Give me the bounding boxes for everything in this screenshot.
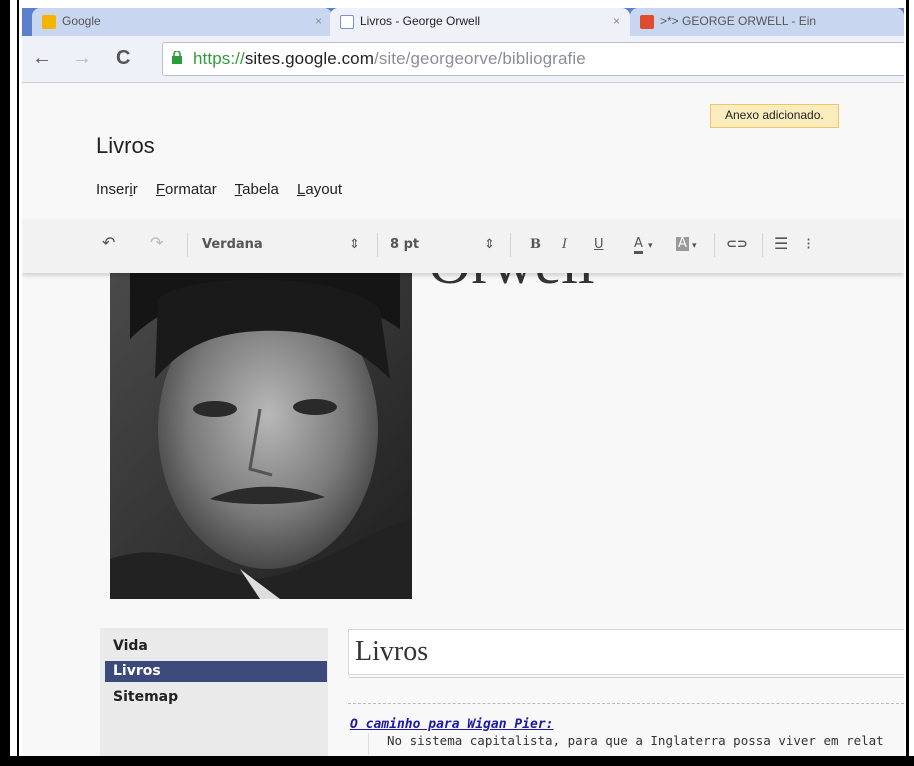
status-notice: Anexo adicionado. (710, 104, 839, 128)
browser-window: Google × Livros - George Orwell × >*> GE… (22, 8, 904, 756)
toolbar-divider (510, 233, 511, 257)
menu-layout[interactable]: Layout (297, 181, 342, 198)
page-title: Livros (96, 133, 155, 158)
close-tab-icon[interactable]: × (315, 8, 322, 34)
text-color-button[interactable]: A (634, 237, 643, 254)
lock-icon (172, 51, 182, 64)
url-text: https://sites.google.com/site/georgeorve… (193, 49, 586, 69)
tab-strip: Google × Livros - George Orwell × >*> GE… (22, 8, 904, 36)
font-chevron-icon[interactable]: ⇕ (349, 237, 360, 252)
size-select[interactable]: 8 pt (390, 237, 419, 252)
forward-arrow-icon[interactable]: → (72, 46, 92, 70)
toolbar-divider (762, 233, 763, 257)
text-color-chevron-icon[interactable]: ▾ (648, 241, 653, 251)
frame-line-right (906, 0, 909, 766)
menu-formatar[interactable]: Formatar (156, 181, 217, 198)
close-tab-icon[interactable]: × (613, 8, 620, 34)
divider (348, 703, 904, 704)
menu-inserir[interactable]: Inserir (96, 181, 138, 198)
bold-button[interactable]: B (530, 237, 541, 252)
book-description: No sistema capitalista, para que a Ingla… (368, 733, 904, 755)
menu-tabela[interactable]: Tabela (235, 181, 279, 198)
tab-livros[interactable]: Livros - George Orwell × (330, 8, 630, 36)
format-toolbar: ↶ ↷ Verdana ⇕ 8 pt ⇕ B I U A ▾ A ▾ ⊂⊃ ☰ (22, 219, 904, 273)
link-icon[interactable]: ⊂⊃ (726, 237, 748, 252)
page-favicon-icon (340, 14, 354, 29)
toolbar-divider (187, 233, 188, 257)
frame-line-bottom (0, 756, 914, 766)
tab-orwell[interactable]: >*> GEORGE ORWELL - Ein (630, 8, 904, 36)
content-heading: Livros (355, 636, 429, 667)
portrait-image (110, 269, 412, 599)
author-photo (110, 269, 412, 599)
toolbar-divider (714, 233, 715, 257)
undo-icon[interactable]: ↶ (102, 233, 115, 252)
tab-google[interactable]: Google × (32, 8, 332, 36)
browser-toolbar: ← → C https://sites.google.com/site/geor… (22, 36, 904, 83)
address-bar[interactable]: https://sites.google.com/site/georgeorve… (162, 42, 904, 76)
url-path: /site/georgeorve/bibliografie (374, 49, 586, 68)
frame-line (17, 0, 19, 766)
site-favicon-icon (640, 14, 654, 29)
tab-title: >*> GEORGE ORWELL - Ein (660, 14, 817, 28)
reload-icon[interactable]: C (116, 46, 130, 70)
sidebar-item-sitemap[interactable]: Sitemap (105, 687, 327, 708)
font-select[interactable]: Verdana (202, 237, 263, 252)
tab-title: Livros - George Orwell (360, 14, 481, 28)
italic-button[interactable]: I (562, 237, 567, 252)
content-heading-box: Livros (348, 629, 904, 678)
redo-icon[interactable]: ↷ (150, 233, 163, 252)
size-chevron-icon[interactable]: ⇕ (484, 237, 495, 252)
url-host: sites.google.com (244, 49, 374, 68)
book-title-link[interactable]: O caminho para Wigan Pier: (350, 717, 554, 732)
highlight-button[interactable]: A (676, 237, 689, 251)
sidebar-item-livros[interactable]: Livros (105, 661, 327, 682)
screenshot-frame: Google × Livros - George Orwell × >*> GE… (0, 0, 914, 766)
highlight-chevron-icon[interactable]: ▾ (692, 241, 697, 251)
bulleted-list-icon[interactable]: ⁝ (806, 234, 811, 253)
sidebar-item-vida[interactable]: Vida (105, 636, 327, 657)
back-arrow-icon[interactable]: ← (32, 46, 52, 70)
url-scheme: https:// (193, 49, 245, 68)
editor-menubar: Inserir Formatar Tabela Layout (96, 181, 356, 198)
google-favicon-icon (42, 14, 56, 29)
tab-title: Google (62, 14, 101, 28)
site-sidebar: Vida Livros Sitemap (100, 628, 328, 756)
numbered-list-icon[interactable]: ☰ (774, 234, 788, 253)
page-content: Anexo adicionado. Livros Inserir Formata… (22, 83, 904, 756)
underline-button[interactable]: U (594, 237, 604, 252)
toolbar-divider (377, 233, 378, 257)
